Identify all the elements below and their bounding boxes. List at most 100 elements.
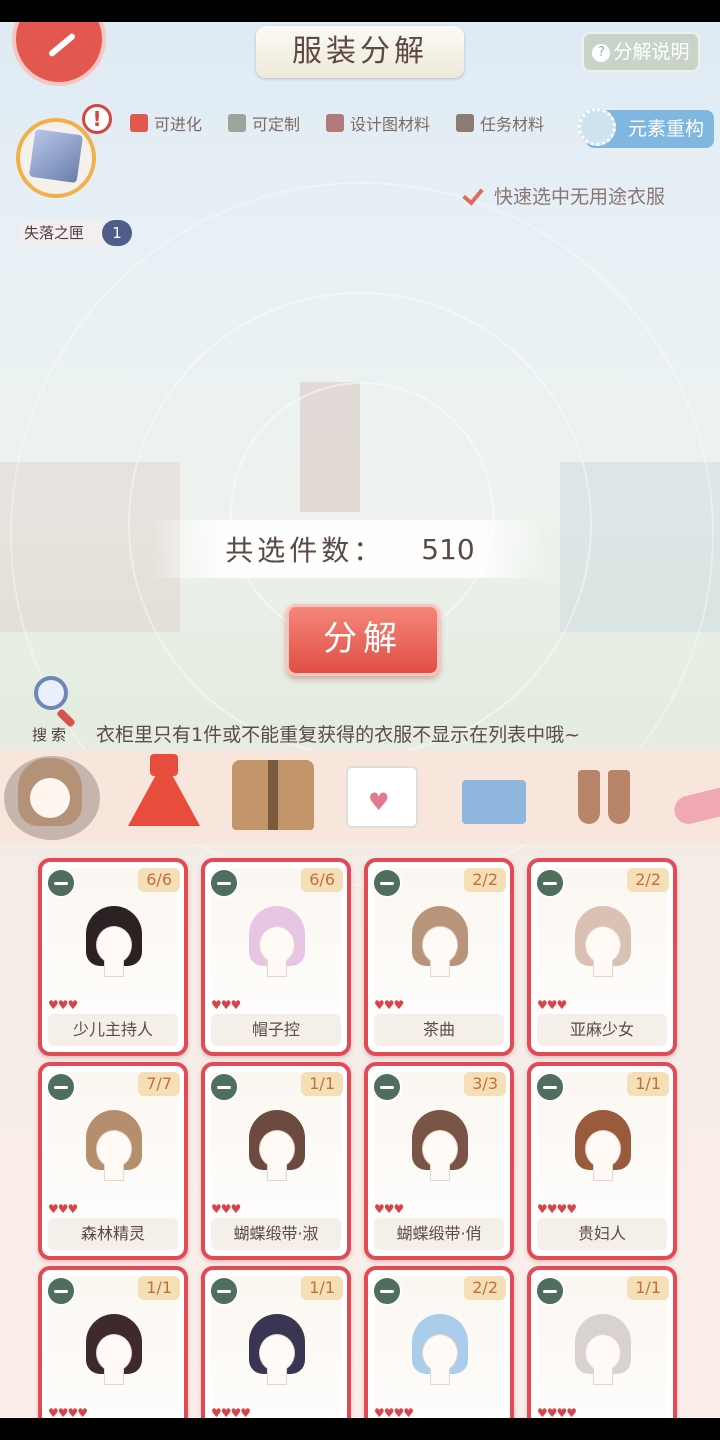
quick-select-toggle[interactable]: 快速选中无用途衣服 [462,182,665,209]
item-card[interactable]: 1/1 ♥♥♥♥ [201,1266,351,1418]
hair-portrait [82,906,146,978]
minus-icon[interactable] [535,1072,565,1102]
filter-row: 可进化 可定制 设计图材料 任务材料 [130,108,570,138]
hair-portrait [408,1314,472,1386]
minus-icon[interactable] [209,868,239,898]
hair-portrait [82,1110,146,1182]
quantity-badge: 2/2 [464,1276,506,1300]
minus-icon[interactable] [372,1072,402,1102]
bottle-icon [228,114,247,132]
hair-portrait [245,1314,309,1386]
filter-label: 可定制 [252,115,301,134]
minus-icon[interactable] [209,1072,239,1102]
filter-label: 可进化 [154,115,203,134]
minus-icon[interactable] [535,868,565,898]
portrait-neck [593,960,613,977]
portrait-face [96,1130,132,1168]
rarity-hearts: ♥♥♥ [537,998,567,1012]
heart-icon: ♥ [368,788,390,816]
item-card[interactable]: 3/3 ♥♥♥ 蝴蝶缎带·俏 [364,1062,514,1260]
item-card[interactable]: 6/6 ♥♥♥ 少儿主持人 [38,858,188,1056]
item-name: 亚麻少女 [537,1014,667,1046]
portrait-face [585,926,621,964]
search-label: 搜索 [32,726,71,744]
search-button[interactable]: 搜索 [24,674,88,746]
portrait-face [422,1334,458,1372]
minus-icon[interactable] [46,1072,76,1102]
minus-icon[interactable] [46,1276,76,1306]
box-icon [28,128,84,184]
alert-icon: ! [82,104,112,134]
item-name: 帽子控 [211,1014,341,1046]
item-card[interactable]: 2/2 ♥♥♥ 茶曲 [364,858,514,1056]
hair-portrait [245,1110,309,1182]
item-name: 贵妇人 [537,1218,667,1250]
filter-evolvable[interactable]: 可进化 [130,108,202,138]
filter-task-material[interactable]: 任务材料 [456,108,544,138]
item-card[interactable]: 6/6 ♥♥♥ 帽子控 [201,858,351,1056]
filter-label: 设计图材料 [350,115,431,134]
back-button[interactable] [12,22,106,86]
hair-portrait [82,1314,146,1386]
hair-portrait [571,1110,635,1182]
filter-design-material[interactable]: 设计图材料 [326,108,430,138]
portrait-neck [430,1164,450,1181]
question-icon: ? [592,43,611,62]
socks-icon[interactable] [578,770,632,830]
item-card[interactable]: 7/7 ♥♥♥ 森林精灵 [38,1062,188,1260]
quantity-badge: 1/1 [138,1276,180,1300]
rarity-hearts: ♥♥♥ [211,998,241,1012]
quantity-badge: 1/1 [627,1072,669,1096]
item-name: 少儿主持人 [48,1014,178,1046]
help-button[interactable]: ? 分解说明 [582,32,700,72]
item-name: 茶曲 [374,1014,504,1046]
minus-icon[interactable] [372,1276,402,1306]
portrait-face [96,926,132,964]
rarity-hearts: ♥♥♥ [211,1202,241,1216]
portrait-face [259,1334,295,1372]
minus-icon[interactable] [209,1276,239,1306]
design-icon [326,114,345,132]
category-bar: ♥ [0,750,720,844]
lost-box-count: 1 [102,220,132,246]
portrait-neck [430,960,450,977]
portrait-face [259,926,295,964]
coat-icon[interactable] [232,760,314,830]
decompose-button[interactable]: 分解 [286,604,440,676]
portrait-neck [104,960,124,977]
rarity-hearts: ♥♥♥ [374,1202,404,1216]
quantity-badge: 1/1 [627,1276,669,1300]
notice-text: 衣柜里只有1件或不能重复获得的衣服不显示在列表中哦~ [96,724,581,746]
shorts-icon[interactable] [462,780,526,824]
rarity-hearts: ♥♥♥ [48,998,78,1012]
minus-icon[interactable] [372,868,402,898]
filter-customizable[interactable]: 可定制 [228,108,300,138]
help-label: 分解说明 [613,41,690,63]
task-icon [456,114,475,132]
hair-portrait [408,1110,472,1182]
portrait-face [585,1130,621,1168]
shoe-icon[interactable] [671,785,720,827]
quantity-badge: 7/7 [138,1072,180,1096]
portrait-neck [104,1164,124,1181]
item-card[interactable]: 1/1 ♥♥♥♥ 贵妇人 [527,1062,677,1260]
portrait-neck [267,1164,287,1181]
item-card[interactable]: 2/2 ♥♥♥ 亚麻少女 [527,858,677,1056]
portrait-face [259,1130,295,1168]
item-card[interactable]: 1/1 ♥♥♥♥ [38,1266,188,1418]
minus-icon[interactable] [46,868,76,898]
search-icon [34,676,68,710]
item-card[interactable]: 1/1 ♥♥♥ 蝴蝶缎带·淑 [201,1062,351,1260]
portrait-face [585,1334,621,1372]
hair-portrait [245,906,309,978]
rarity-hearts: ♥♥♥♥ [48,1406,88,1418]
portrait-neck [430,1368,450,1385]
hair-portrait [571,906,635,978]
item-card[interactable]: 1/1 ♥♥♥♥ [527,1266,677,1418]
item-card[interactable]: 2/2 ♥♥♥♥ [364,1266,514,1418]
filter-label: 任务材料 [480,115,545,134]
minus-icon[interactable] [535,1276,565,1306]
rarity-hearts: ♥♥♥♥ [537,1406,577,1418]
hair-portrait [571,1314,635,1386]
quantity-badge: 3/3 [464,1072,506,1096]
